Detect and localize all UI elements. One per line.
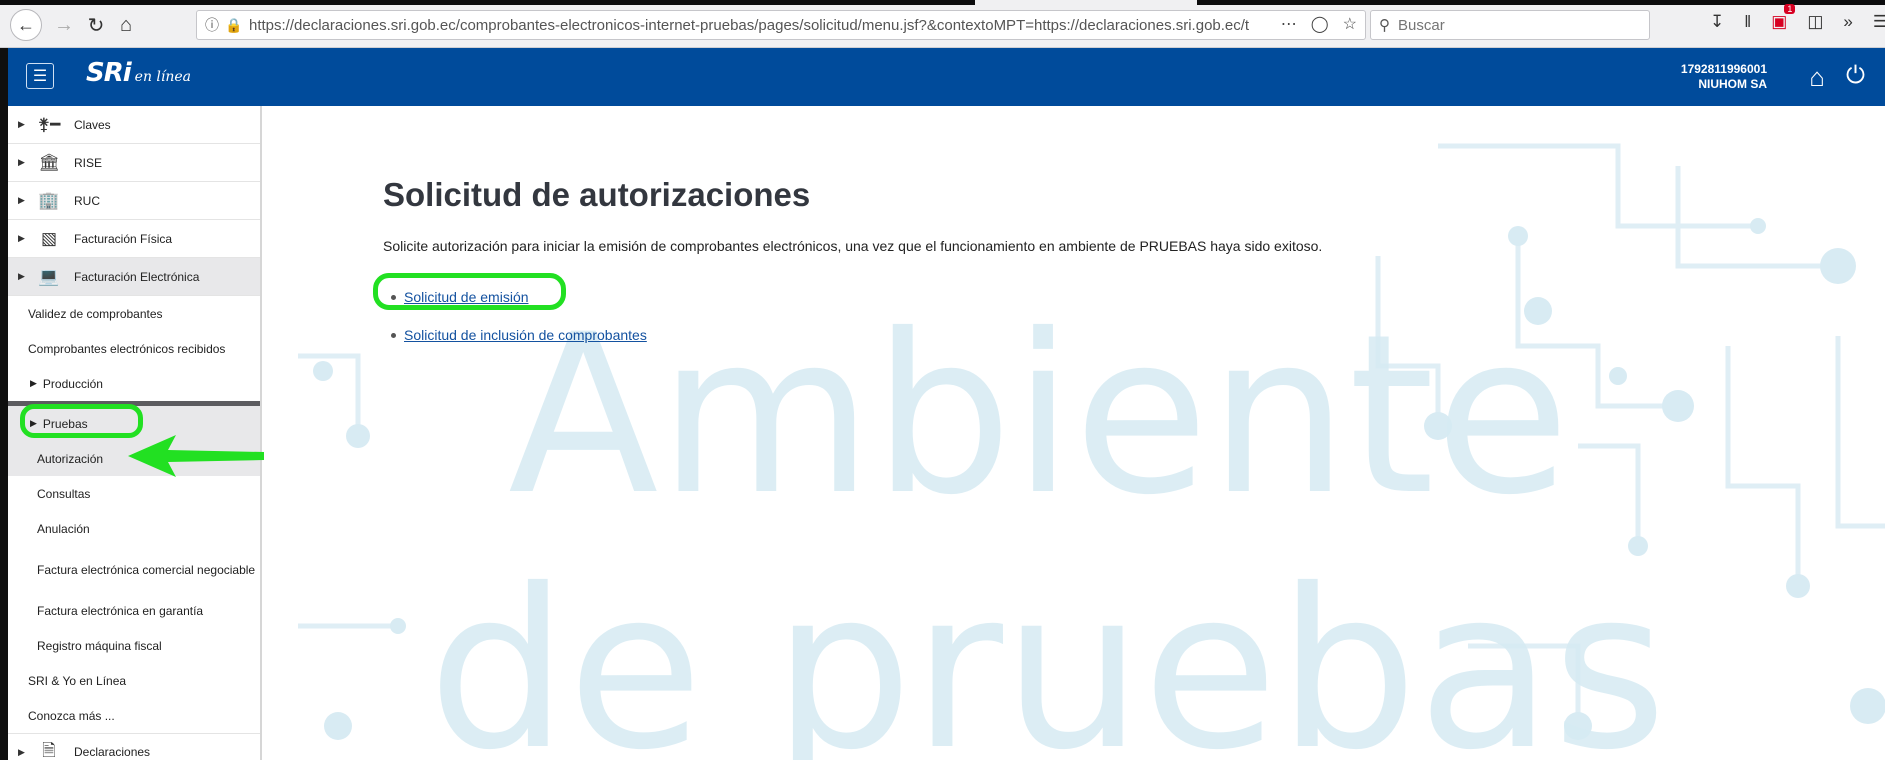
- sidebar-sub-anulacion[interactable]: Anulación: [8, 511, 260, 546]
- bullet: [391, 332, 396, 338]
- bookmark-star-icon[interactable]: ☆: [1343, 14, 1357, 34]
- user-ruc: 1792811996001: [1680, 62, 1767, 76]
- caret-right-icon: ▶: [18, 157, 25, 167]
- sidebar-item-ruc[interactable]: ▶ 🏢 RUC: [8, 182, 260, 220]
- sidebar-item-label: Facturación Física: [74, 231, 173, 246]
- sidebar-item-label: Facturación Electrónica: [74, 269, 200, 284]
- sidebar-item-declaraciones[interactable]: ▶ 🗎 Declaraciones: [8, 733, 260, 760]
- caret-right-icon: ▶: [18, 195, 25, 205]
- home-icon[interactable]: ⌂: [1809, 62, 1825, 93]
- sidebar-item-facturacion-electronica[interactable]: ▶ 💻 Facturación Electrónica: [8, 258, 260, 296]
- content-panel: Solicitud de autorizaciones Solicite aut…: [383, 176, 1322, 354]
- search-input[interactable]: [1398, 16, 1638, 34]
- user-info: 1792811996001 NIUHOM SA: [1681, 62, 1767, 92]
- forward-icon[interactable]: →: [48, 10, 80, 40]
- cash-register-icon: ▧: [40, 228, 58, 248]
- page-title: Solicitud de autorizaciones: [383, 176, 811, 213]
- user-company: NIUHOM SA: [1698, 77, 1767, 91]
- caret-right-icon: ▶: [18, 233, 25, 243]
- search-box[interactable]: ⚲: [1370, 10, 1650, 40]
- sidebar-sub-validez[interactable]: Validez de comprobantes: [8, 296, 260, 331]
- url-text[interactable]: https://declaraciones.sri.gob.ec/comprob…: [249, 17, 1249, 34]
- list-item: Solicitud de inclusión de comprobantes: [391, 316, 1322, 354]
- menu-icon[interactable]: ☰: [1873, 12, 1885, 32]
- sidebar-sub-sri-yo[interactable]: SRI & Yo en Línea: [8, 663, 260, 698]
- more-icon[interactable]: ⋯: [1281, 14, 1297, 34]
- url-bar[interactable]: ⓘ 🔒 https://declaraciones.sri.gob.ec/com…: [196, 10, 1366, 40]
- pocket-icon[interactable]: ◯: [1311, 14, 1329, 34]
- home-icon[interactable]: ⌂: [110, 10, 142, 40]
- link-solicitud-inclusion[interactable]: Solicitud de inclusión de comprobantes: [404, 327, 647, 343]
- library-icon[interactable]: ‖: [1744, 12, 1751, 32]
- laptop-icon: 💻: [38, 266, 60, 286]
- highlight-pruebas: [20, 404, 143, 438]
- watermark-line2: de pruebas: [428, 542, 1667, 760]
- reload-icon[interactable]: ↻: [80, 10, 112, 40]
- sidebar-item-label: Declaraciones: [74, 745, 151, 759]
- window-edge: [0, 48, 8, 760]
- sidebar-sub-conozca[interactable]: Conozca más ...: [8, 698, 260, 733]
- sidebar-item-rise[interactable]: ▶ 🏛 RISE: [8, 144, 260, 182]
- building-icon: 🏢: [38, 190, 60, 210]
- sidebar-sub-recibidos[interactable]: Comprobantes electrónicos recibidos: [8, 331, 260, 366]
- sidebar-item-facturacion-fisica[interactable]: ▶ ▧ Facturación Física: [8, 220, 260, 258]
- hamburger-icon[interactable]: ☰: [26, 63, 54, 89]
- addon-icon[interactable]: ▣ 1: [1771, 4, 1796, 32]
- overflow-icon[interactable]: »: [1843, 12, 1852, 32]
- caret-right-icon: ▶: [18, 271, 25, 281]
- bank-icon: 🏛: [38, 152, 60, 172]
- sidebar-item-label: RUC: [74, 193, 100, 208]
- highlight-emision: [373, 273, 566, 310]
- active-tab[interactable]: [975, 0, 1197, 5]
- green-arrow-icon: [128, 435, 264, 477]
- addon-badge: 1: [1784, 4, 1796, 14]
- sidebar-sub-registro-maquina[interactable]: Registro máquina fiscal: [8, 628, 260, 663]
- caret-right-icon: ▶: [18, 119, 25, 129]
- sidebar-sub-consultas[interactable]: Consultas: [8, 476, 260, 511]
- power-icon[interactable]: ⏻: [1846, 62, 1865, 90]
- info-icon[interactable]: ⓘ: [205, 15, 223, 35]
- sidebar-sub-produccion[interactable]: ▶ Producción: [8, 366, 260, 401]
- back-icon[interactable]: ←: [10, 9, 42, 41]
- sidebar-icon[interactable]: ◫: [1807, 12, 1823, 32]
- site-header: ☰ SRi en línea 1792811996001 NIUHOM SA ⌂ …: [8, 48, 1885, 106]
- app-root: { "browser": { "url": "https://declaraci…: [0, 0, 1885, 760]
- logo-main: SRi: [86, 58, 132, 88]
- main-content: Ambiente de pruebas Solicitud de autoriz…: [278, 106, 1885, 760]
- sidebar-item-label: Claves: [74, 117, 111, 132]
- lock-icon: 🔒: [225, 16, 243, 33]
- caret-right-icon: ▶: [18, 746, 25, 757]
- intro-text: Solicite autorización para iniciar la em…: [383, 238, 1323, 254]
- sri-logo[interactable]: SRi en línea: [86, 58, 191, 88]
- sidebar-sub-label: Producción: [42, 376, 103, 391]
- logo-sub: en línea: [134, 69, 192, 85]
- sidebar-item-label: RISE: [74, 155, 103, 170]
- document-icon: 🗎: [42, 740, 56, 760]
- sidebar-item-claves[interactable]: ▶ ⚵━ Claves: [8, 106, 260, 144]
- tab-strip: [0, 0, 1885, 5]
- download-icon[interactable]: ↧: [1710, 12, 1724, 32]
- sidebar-sub-factura-comercial[interactable]: Factura electrónica comercial negociable: [8, 546, 260, 593]
- browser-toolbar: ← → ↻ ⌂ ⓘ 🔒 https://declaraciones.sri.go…: [0, 0, 1885, 48]
- search-icon: ⚲: [1379, 17, 1390, 34]
- caret-right-icon: ▶: [30, 378, 37, 388]
- sidebar-sub-factura-garantia[interactable]: Factura electrónica en garantía: [8, 593, 260, 628]
- key-icon: ⚵━: [37, 114, 61, 134]
